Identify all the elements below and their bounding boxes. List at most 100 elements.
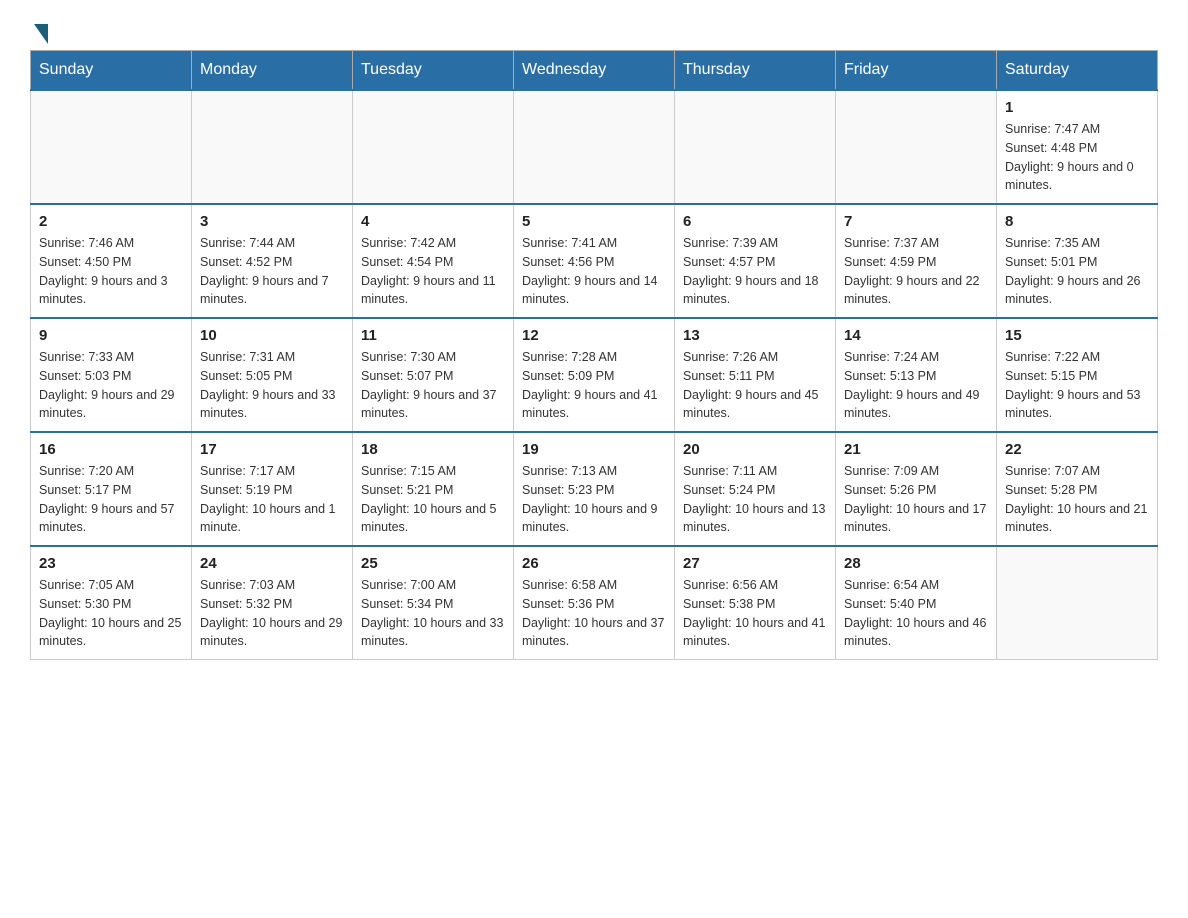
calendar-cell: 14Sunrise: 7:24 AMSunset: 5:13 PMDayligh… [836,318,997,432]
day-info: Sunrise: 7:44 AMSunset: 4:52 PMDaylight:… [200,234,344,309]
day-of-week-header: Wednesday [514,51,675,91]
day-of-week-header: Thursday [675,51,836,91]
day-info: Sunrise: 7:41 AMSunset: 4:56 PMDaylight:… [522,234,666,309]
day-info: Sunrise: 7:28 AMSunset: 5:09 PMDaylight:… [522,348,666,423]
calendar-week-row: 23Sunrise: 7:05 AMSunset: 5:30 PMDayligh… [31,546,1158,660]
day-number: 1 [1005,99,1149,116]
day-info: Sunrise: 7:30 AMSunset: 5:07 PMDaylight:… [361,348,505,423]
calendar-cell [31,90,192,204]
day-of-week-header: Saturday [997,51,1158,91]
calendar-cell: 22Sunrise: 7:07 AMSunset: 5:28 PMDayligh… [997,432,1158,546]
calendar-cell: 12 Sunrise: 7:28 AMSunset: 5:09 PMDayligh… [514,318,675,432]
day-number: 22 [1005,441,1149,458]
calendar-cell: 3 Sunrise: 7:44 AMSunset: 4:52 PMDaylight… [192,204,353,318]
calendar-cell: 27 Sunrise: 6:56 AMSunset: 5:38 PMDayligh… [675,546,836,660]
day-number: 19 [522,441,666,458]
calendar-cell: 10 Sunrise: 7:31 AMSunset: 5:05 PMDayligh… [192,318,353,432]
day-info: Sunrise: 7:31 AMSunset: 5:05 PMDaylight:… [200,348,344,423]
day-number: 26 [522,555,666,572]
day-number: 25 [361,555,505,572]
calendar-cell: 13Sunrise: 7:26 AMSunset: 5:11 PMDayligh… [675,318,836,432]
calendar-cell: 25 Sunrise: 7:00 AMSunset: 5:34 PMDayligh… [353,546,514,660]
calendar-cell [675,90,836,204]
calendar-cell: 1 Sunrise: 7:47 AMSunset: 4:48 PMDaylight… [997,90,1158,204]
day-of-week-header: Monday [192,51,353,91]
day-number: 7 [844,213,988,230]
calendar-cell: 17 Sunrise: 7:17 AMSunset: 5:19 PMDayligh… [192,432,353,546]
day-number: 10 [200,327,344,344]
calendar-table: SundayMondayTuesdayWednesdayThursdayFrid… [30,50,1158,660]
day-info: Sunrise: 7:39 AMSunset: 4:57 PMDaylight:… [683,234,827,309]
calendar-cell: 5 Sunrise: 7:41 AMSunset: 4:56 PMDaylight… [514,204,675,318]
day-number: 9 [39,327,183,344]
day-number: 18 [361,441,505,458]
calendar-week-row: 1 Sunrise: 7:47 AMSunset: 4:48 PMDaylight… [31,90,1158,204]
calendar-cell: 11 Sunrise: 7:30 AMSunset: 5:07 PMDayligh… [353,318,514,432]
calendar-cell: 23Sunrise: 7:05 AMSunset: 5:30 PMDayligh… [31,546,192,660]
day-number: 21 [844,441,988,458]
day-info: Sunrise: 7:17 AMSunset: 5:19 PMDaylight:… [200,462,344,537]
calendar-cell: 9 Sunrise: 7:33 AMSunset: 5:03 PMDaylight… [31,318,192,432]
day-number: 8 [1005,213,1149,230]
calendar-cell [997,546,1158,660]
day-number: 27 [683,555,827,572]
day-info: Sunrise: 7:46 AMSunset: 4:50 PMDaylight:… [39,234,183,309]
day-info: Sunrise: 7:11 AMSunset: 5:24 PMDaylight:… [683,462,827,537]
day-info: Sunrise: 7:24 AMSunset: 5:13 PMDaylight:… [844,348,988,423]
calendar-cell: 16 Sunrise: 7:20 AMSunset: 5:17 PMDayligh… [31,432,192,546]
day-info: Sunrise: 6:56 AMSunset: 5:38 PMDaylight:… [683,576,827,651]
calendar-cell: 7Sunrise: 7:37 AMSunset: 4:59 PMDaylight… [836,204,997,318]
calendar-week-row: 9 Sunrise: 7:33 AMSunset: 5:03 PMDaylight… [31,318,1158,432]
logo-arrow-icon [34,24,48,44]
day-info: Sunrise: 7:47 AMSunset: 4:48 PMDaylight:… [1005,120,1149,195]
day-number: 11 [361,327,505,344]
calendar-cell [192,90,353,204]
calendar-week-row: 2 Sunrise: 7:46 AMSunset: 4:50 PMDaylight… [31,204,1158,318]
day-info: Sunrise: 7:00 AMSunset: 5:34 PMDaylight:… [361,576,505,651]
day-info: Sunrise: 7:33 AMSunset: 5:03 PMDaylight:… [39,348,183,423]
calendar-week-row: 16 Sunrise: 7:20 AMSunset: 5:17 PMDayligh… [31,432,1158,546]
day-of-week-header: Friday [836,51,997,91]
day-number: 4 [361,213,505,230]
day-number: 3 [200,213,344,230]
day-info: Sunrise: 7:09 AMSunset: 5:26 PMDaylight:… [844,462,988,537]
day-info: Sunrise: 7:03 AMSunset: 5:32 PMDaylight:… [200,576,344,651]
day-info: Sunrise: 7:20 AMSunset: 5:17 PMDaylight:… [39,462,183,537]
calendar-cell: 24 Sunrise: 7:03 AMSunset: 5:32 PMDayligh… [192,546,353,660]
calendar-cell: 15Sunrise: 7:22 AMSunset: 5:15 PMDayligh… [997,318,1158,432]
calendar-cell: 6 Sunrise: 7:39 AMSunset: 4:57 PMDaylight… [675,204,836,318]
day-number: 6 [683,213,827,230]
day-info: Sunrise: 7:35 AMSunset: 5:01 PMDaylight:… [1005,234,1149,309]
day-number: 23 [39,555,183,572]
day-info: Sunrise: 7:22 AMSunset: 5:15 PMDaylight:… [1005,348,1149,423]
day-number: 17 [200,441,344,458]
day-info: Sunrise: 6:54 AMSunset: 5:40 PMDaylight:… [844,576,988,651]
day-number: 16 [39,441,183,458]
calendar-cell: 4 Sunrise: 7:42 AMSunset: 4:54 PMDaylight… [353,204,514,318]
calendar-cell [836,90,997,204]
calendar-cell [514,90,675,204]
day-number: 28 [844,555,988,572]
day-info: Sunrise: 7:13 AMSunset: 5:23 PMDaylight:… [522,462,666,537]
calendar-cell: 21 Sunrise: 7:09 AMSunset: 5:26 PMDayligh… [836,432,997,546]
calendar-cell: 19 Sunrise: 7:13 AMSunset: 5:23 PMDayligh… [514,432,675,546]
day-number: 13 [683,327,827,344]
day-number: 20 [683,441,827,458]
calendar-cell [353,90,514,204]
page-header [30,20,1158,40]
calendar-cell: 18 Sunrise: 7:15 AMSunset: 5:21 PMDayligh… [353,432,514,546]
calendar-cell: 2 Sunrise: 7:46 AMSunset: 4:50 PMDaylight… [31,204,192,318]
day-number: 24 [200,555,344,572]
day-number: 12 [522,327,666,344]
day-number: 5 [522,213,666,230]
day-info: Sunrise: 7:42 AMSunset: 4:54 PMDaylight:… [361,234,505,309]
calendar-cell: 20 Sunrise: 7:11 AMSunset: 5:24 PMDayligh… [675,432,836,546]
day-number: 2 [39,213,183,230]
calendar-cell: 26 Sunrise: 6:58 AMSunset: 5:36 PMDayligh… [514,546,675,660]
day-info: Sunrise: 7:15 AMSunset: 5:21 PMDaylight:… [361,462,505,537]
calendar-cell: 8 Sunrise: 7:35 AMSunset: 5:01 PMDaylight… [997,204,1158,318]
day-of-week-header: Tuesday [353,51,514,91]
logo [30,20,48,40]
day-of-week-header: Sunday [31,51,192,91]
day-info: Sunrise: 6:58 AMSunset: 5:36 PMDaylight:… [522,576,666,651]
